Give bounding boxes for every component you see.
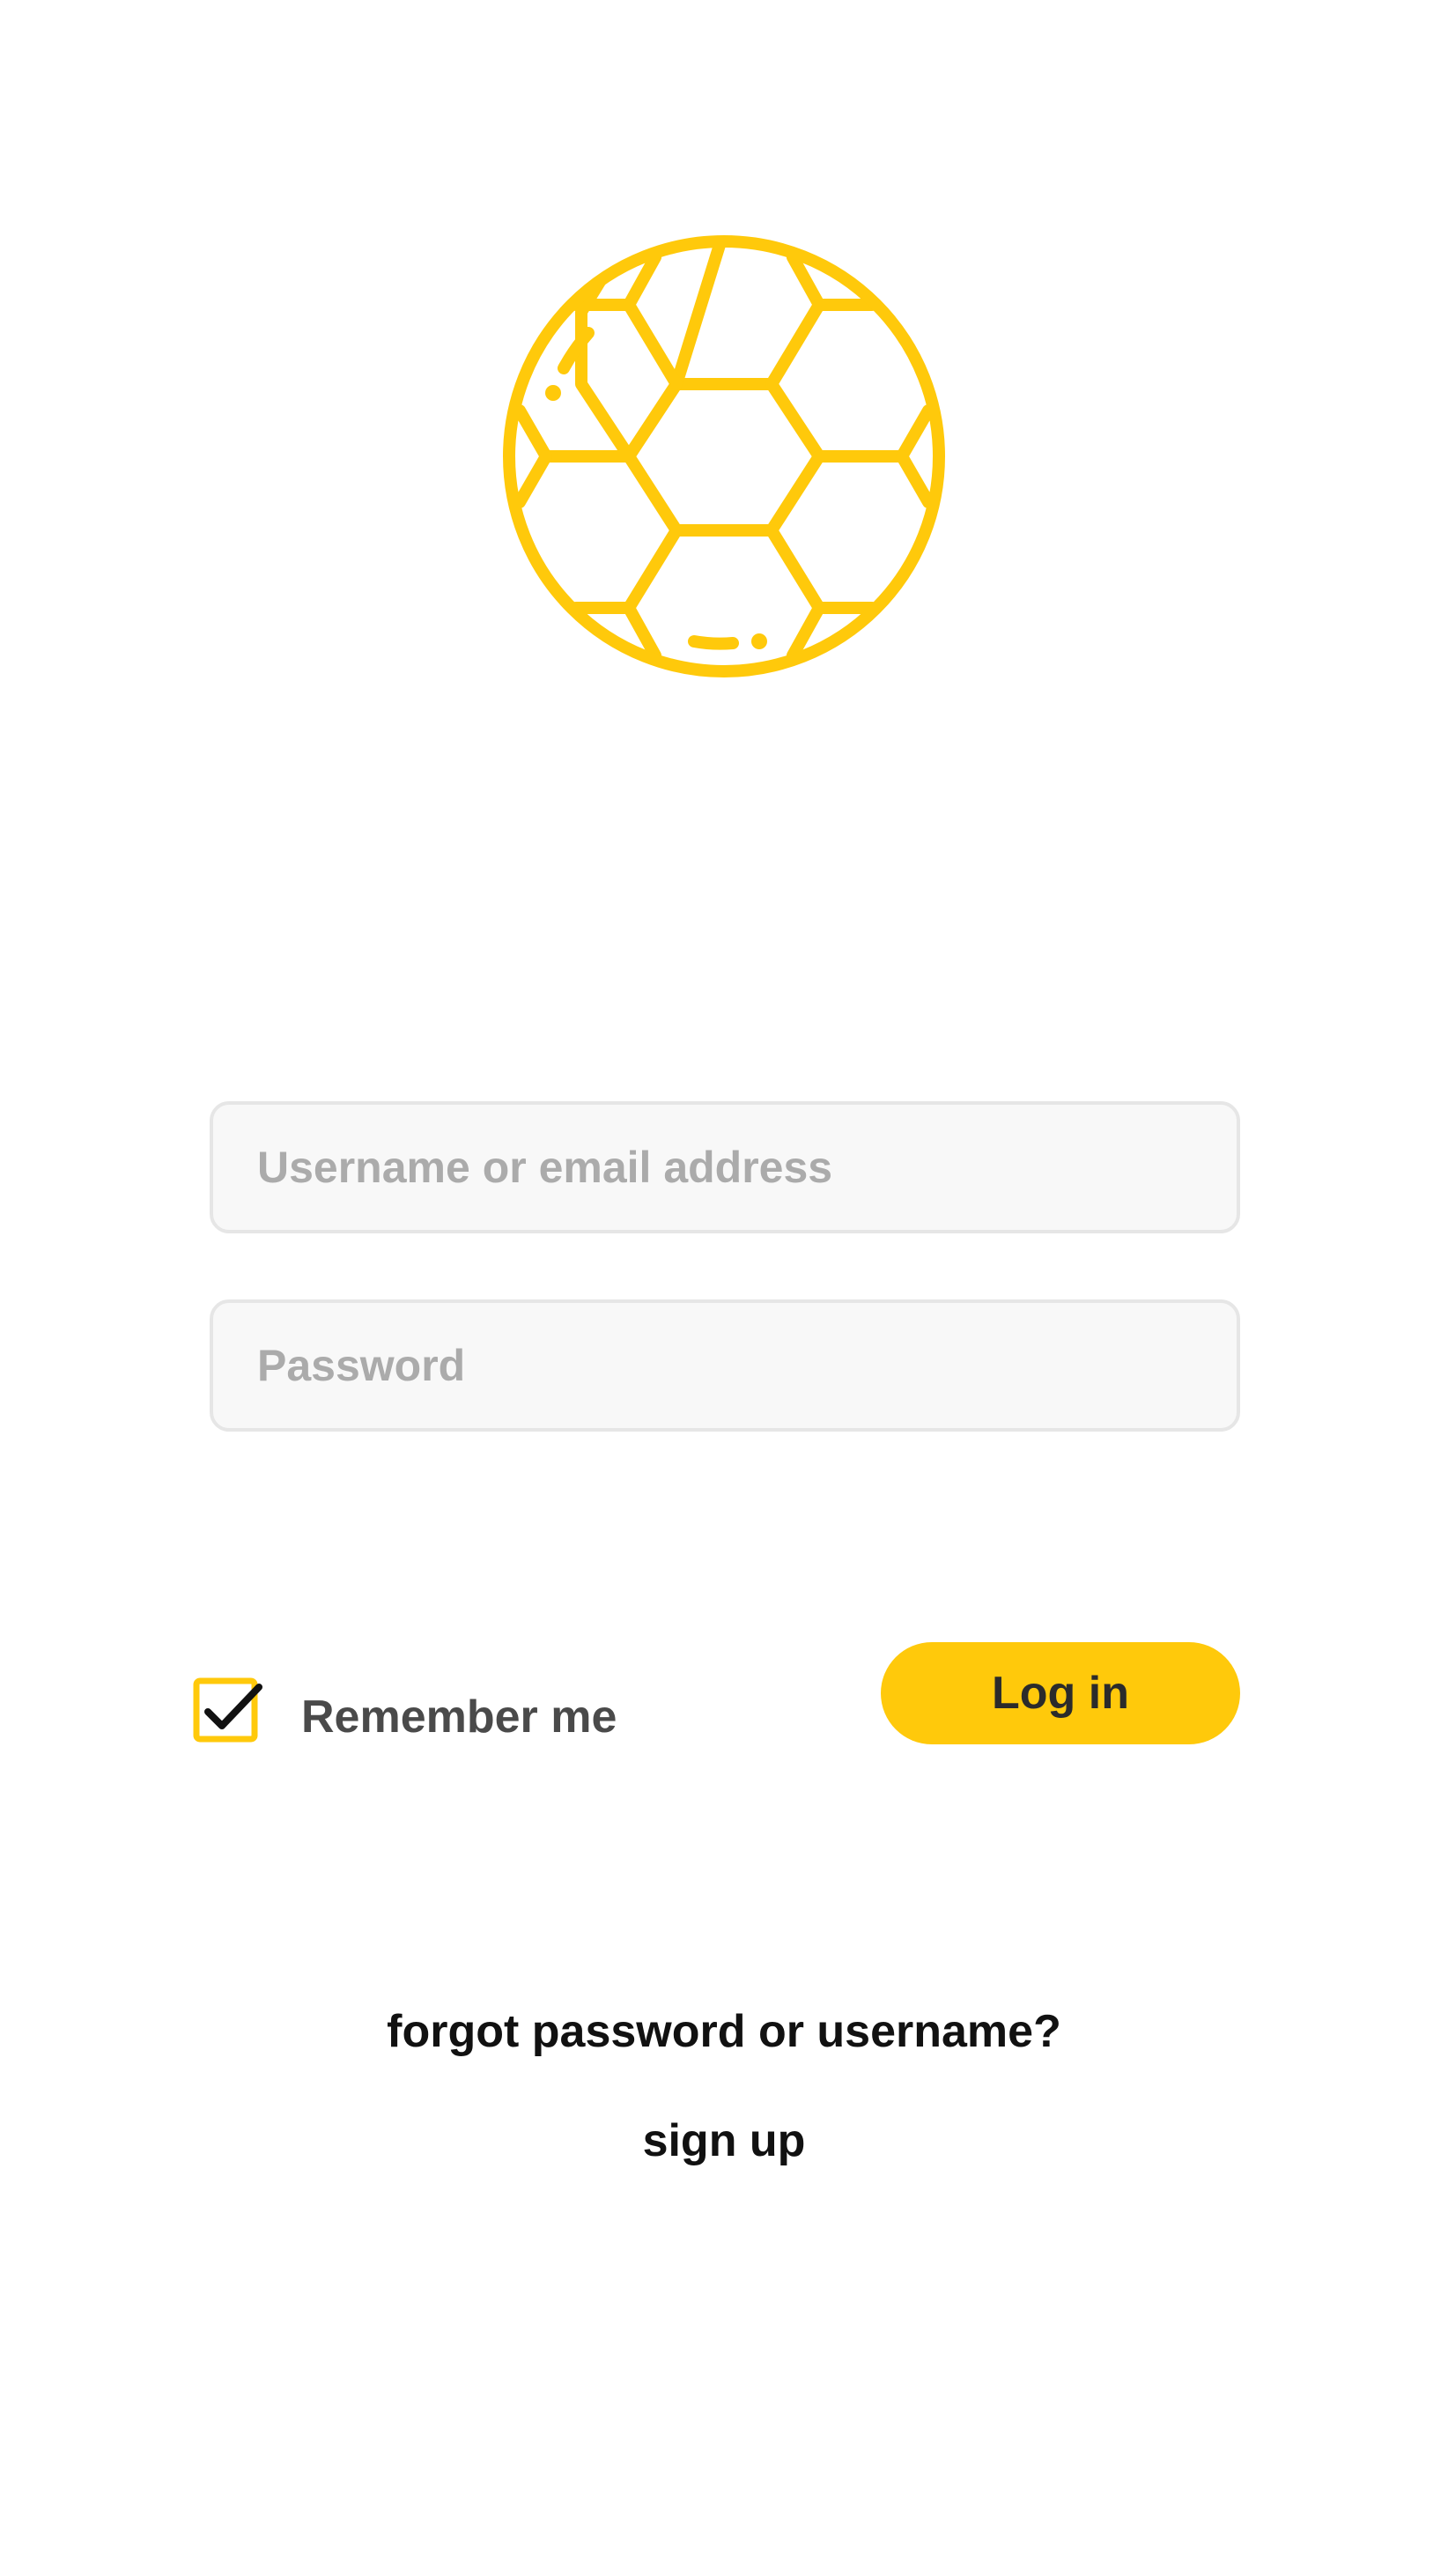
soccer-ball-logo xyxy=(502,234,946,678)
remember-me-checkbox[interactable] xyxy=(193,1677,262,1745)
sign-up-link[interactable]: sign up xyxy=(0,2114,1448,2167)
login-button[interactable]: Log in xyxy=(881,1642,1240,1744)
username-field-wrapper xyxy=(210,1101,1240,1233)
password-field-wrapper xyxy=(210,1299,1240,1432)
forgot-credentials-link[interactable]: forgot password or username? xyxy=(0,2005,1448,2058)
password-input[interactable] xyxy=(213,1303,1237,1428)
remember-me-row: Remember me xyxy=(193,1677,617,1745)
soccer-ball-icon xyxy=(503,235,945,677)
username-input[interactable] xyxy=(213,1105,1237,1230)
checkmark-icon xyxy=(193,1677,262,1743)
remember-me-label[interactable]: Remember me xyxy=(301,1691,617,1743)
